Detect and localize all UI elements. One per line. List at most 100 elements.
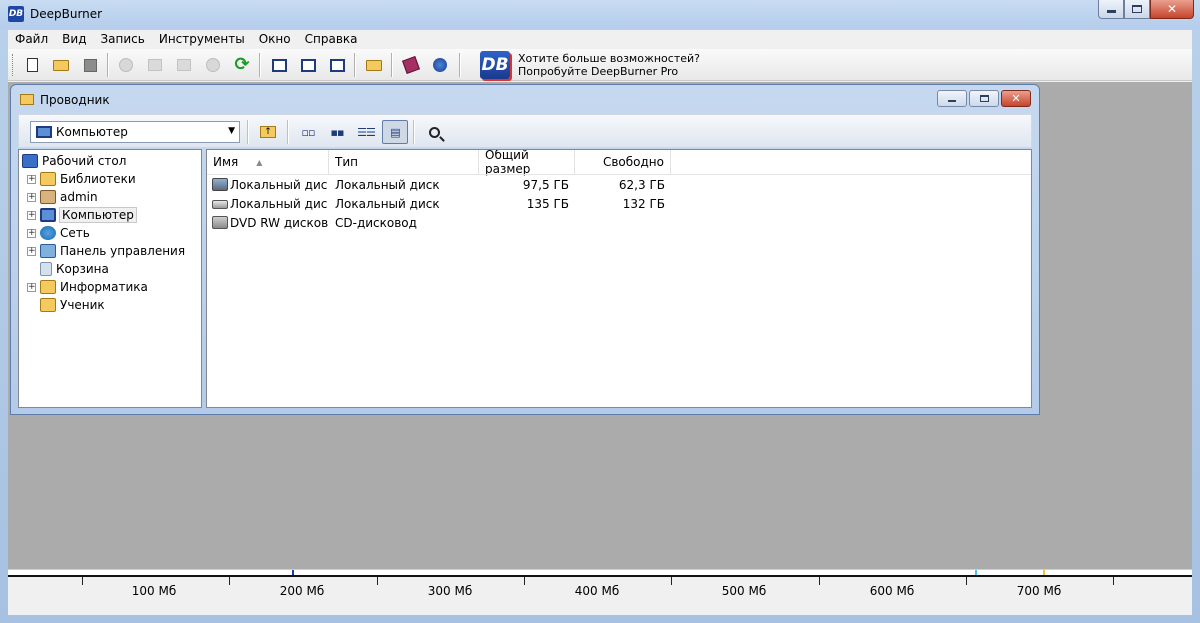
drive-free-space: 62,3 ГБ: [618, 178, 665, 192]
tree-item-control-panel[interactable]: + Панель управления: [27, 242, 185, 260]
column-header-total-size[interactable]: Общий размер: [479, 149, 575, 176]
client-area: Файл Вид Запись Инструменты Окно Справка…: [8, 30, 1192, 615]
column-header-name[interactable]: Имя ▲: [207, 150, 329, 174]
chevron-down-icon[interactable]: ▼: [228, 126, 235, 136]
title-bar[interactable]: DB DeepBurner ✕: [0, 0, 1200, 29]
tree-item-computer[interactable]: + Компьютер: [27, 206, 137, 224]
scale-tick: [1113, 577, 1114, 585]
maximize-icon: [979, 95, 989, 102]
explorer-button[interactable]: [363, 54, 385, 76]
explorer-minimize-button[interactable]: [937, 90, 967, 107]
deepburner-pro-logo[interactable]: DB: [480, 51, 510, 79]
scale-tick: [966, 577, 967, 585]
tree-item-informatika[interactable]: + Информатика: [27, 278, 148, 296]
drive-free-space: 132 ГБ: [622, 197, 665, 211]
burn-disc-button[interactable]: [115, 54, 137, 76]
search-button[interactable]: [421, 120, 447, 144]
explorer-close-button[interactable]: ✕: [1001, 90, 1031, 107]
minimize-button[interactable]: [1098, 0, 1124, 19]
menu-help[interactable]: Справка: [298, 30, 365, 49]
scale-tick: [819, 577, 820, 585]
deepburner-window: DB DeepBurner ✕ Файл Вид Запись Инструме…: [0, 0, 1200, 623]
cascade-icon: [271, 58, 287, 72]
web-site-button[interactable]: [429, 54, 451, 76]
user-folder-icon: [40, 190, 56, 204]
menu-file[interactable]: Файл: [8, 30, 55, 49]
toolbar-grip[interactable]: [12, 54, 15, 76]
menu-tools[interactable]: Инструменты: [152, 30, 252, 49]
expand-icon[interactable]: +: [27, 192, 36, 202]
menu-window[interactable]: Окно: [252, 30, 298, 49]
dvd-drive-icon: [212, 216, 228, 229]
pro-promo-text[interactable]: Хотите больше возможностей? Попробуйте D…: [518, 52, 700, 78]
desktop-icon: [22, 154, 38, 168]
tree-item-admin[interactable]: + admin: [27, 188, 98, 206]
tree-item-label: Ученик: [60, 298, 105, 312]
tile-horizontal-button[interactable]: [297, 54, 319, 76]
drive-name: DVD RW дисков...: [230, 216, 328, 230]
expand-icon[interactable]: +: [27, 228, 36, 238]
up-folder-icon: ↑: [260, 126, 276, 138]
table-row[interactable]: Локальный дис... Локальный диск 97,5 ГБ …: [207, 176, 677, 195]
explorer-toolbar: Компьютер ▼ ↑ ▫▫ ▪▪ ☰☰ ▤: [18, 114, 1032, 148]
new-project-button[interactable]: [21, 54, 43, 76]
up-folder-button[interactable]: ↑: [255, 120, 281, 144]
expand-icon[interactable]: +: [27, 246, 36, 256]
expand-icon[interactable]: +: [27, 282, 36, 292]
open-project-button[interactable]: [50, 54, 72, 76]
scale-tick: [377, 577, 378, 585]
main-toolbar: ⟳ DB Хотите больше возможностей? Попробу…: [8, 49, 1192, 81]
menu-view[interactable]: Вид: [55, 30, 93, 49]
column-header-label: Тип: [335, 155, 358, 169]
explorer-folder-icon: [366, 59, 382, 71]
computer-icon: [40, 208, 56, 222]
save-disk-icon: [83, 58, 97, 72]
view-list-button[interactable]: ☰☰: [353, 120, 379, 144]
tree-item-label: Библиотеки: [60, 172, 136, 186]
view-details-button[interactable]: ▤: [382, 120, 408, 144]
menu-burn[interactable]: Запись: [93, 30, 151, 49]
mdi-workspace: Проводник ✕ Компьютер ▼ ↑ ▫▫ ▪▪ ☰☰ ▤ Раб…: [8, 82, 1192, 569]
tree-item-recycle-bin[interactable]: Корзина: [27, 260, 109, 278]
close-button[interactable]: ✕: [1150, 0, 1194, 19]
tree-item-uchenik[interactable]: Ученик: [27, 296, 105, 314]
save-project-button[interactable]: [79, 54, 101, 76]
table-row[interactable]: Локальный дис... Локальный диск 135 ГБ 1…: [207, 195, 677, 214]
view-small-icons-button[interactable]: ▪▪: [324, 120, 350, 144]
scale-tick: [524, 577, 525, 585]
sort-ascending-icon: ▲: [256, 157, 263, 167]
tree-item-network[interactable]: + Сеть: [27, 224, 90, 242]
toolbar-separator: [413, 120, 415, 144]
drive-name: Локальный дис...: [230, 178, 328, 192]
drive-total-size: 135 ГБ: [526, 197, 569, 211]
help-book-button[interactable]: [400, 54, 422, 76]
control-panel-icon: [40, 244, 56, 258]
tree-item-desktop[interactable]: Рабочий стол: [22, 152, 126, 170]
maximize-button[interactable]: [1124, 0, 1150, 19]
app-logo-icon: DB: [8, 6, 24, 22]
refresh-button[interactable]: ⟳: [231, 54, 253, 76]
computer-icon: [36, 126, 52, 138]
location-combo[interactable]: Компьютер ▼: [30, 121, 240, 143]
column-header-label: Свободно: [602, 155, 664, 169]
expand-icon[interactable]: +: [27, 174, 36, 184]
search-icon: [428, 126, 440, 138]
drive-type: Локальный диск: [335, 197, 440, 211]
table-row[interactable]: DVD RW дисков... CD-дисковод: [207, 214, 677, 233]
print-button[interactable]: [173, 54, 195, 76]
erase-button[interactable]: [144, 54, 166, 76]
cascade-windows-button[interactable]: [268, 54, 290, 76]
expand-icon[interactable]: +: [27, 210, 36, 220]
toolbar-separator: [391, 53, 393, 77]
promo-line-1: Хотите больше возможностей?: [518, 52, 700, 65]
column-header-type[interactable]: Тип: [329, 150, 479, 174]
column-header-free[interactable]: Свободно: [575, 150, 671, 174]
tile-vertical-button[interactable]: [326, 54, 348, 76]
disc-info-button[interactable]: [202, 54, 224, 76]
view-large-icons-button[interactable]: ▫▫: [295, 120, 321, 144]
explorer-title: Проводник: [40, 93, 110, 107]
explorer-maximize-button[interactable]: [969, 90, 999, 107]
tree-item-libraries[interactable]: + Библиотеки: [27, 170, 136, 188]
folder-icon: [40, 280, 56, 294]
column-header-label: Общий размер: [485, 149, 531, 176]
